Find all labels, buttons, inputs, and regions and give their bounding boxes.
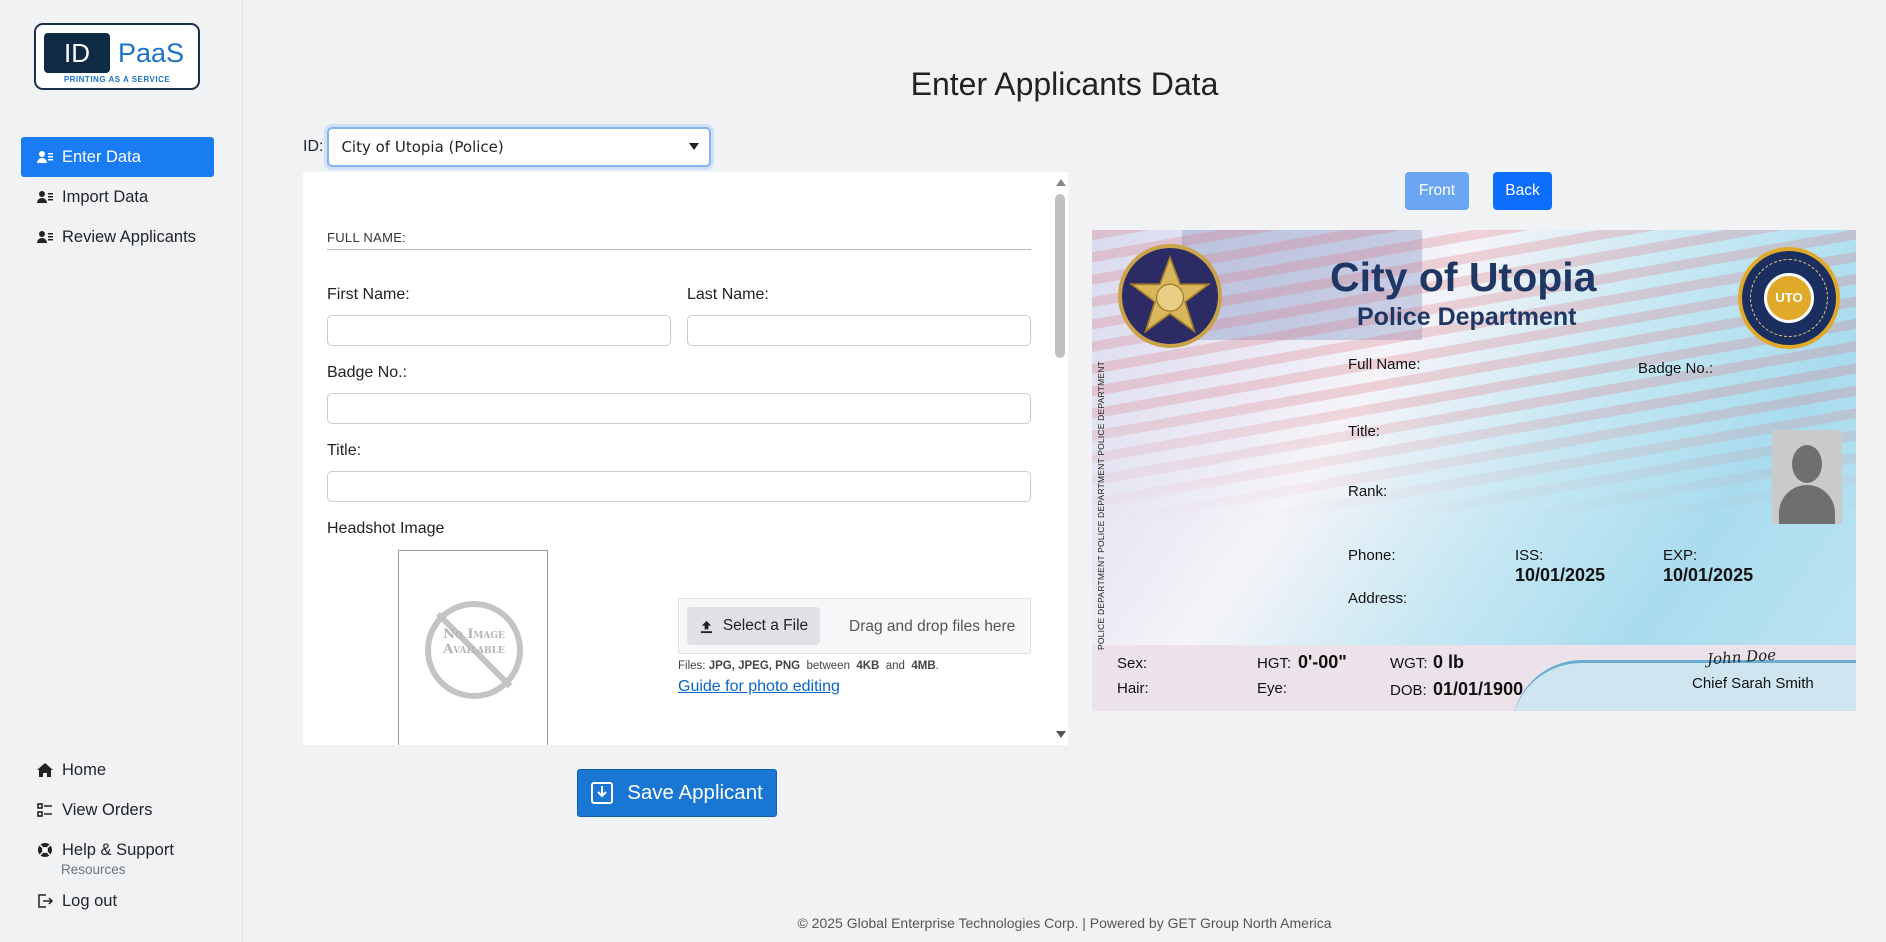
nav-view-orders[interactable]: View Orders (21, 790, 214, 830)
headshot-preview: No Image Available (398, 550, 548, 745)
nav-home[interactable]: Home (21, 750, 214, 790)
card-headshot-placeholder (1772, 430, 1842, 524)
scroll-up-icon[interactable] (1056, 179, 1066, 186)
id-type-select-value: City of Utopia (Police) (341, 138, 504, 156)
photo-guide-link[interactable]: Guide for photo editing (678, 678, 840, 696)
card-exp-value: 10/01/2025 (1663, 565, 1754, 585)
user-list-icon (37, 229, 53, 245)
first-name-input[interactable] (327, 315, 671, 346)
logo-id-text: ID (44, 33, 110, 73)
badge-no-label: Badge No.: (327, 364, 408, 381)
card-hgt-value: 0'-00" (1298, 652, 1347, 672)
back-button[interactable]: Back (1493, 172, 1552, 210)
caret-down-icon (689, 143, 700, 150)
seal-text: UTO (1764, 273, 1814, 323)
select-file-button[interactable]: Select a File (687, 607, 820, 645)
nav-logout-label: Log out (62, 891, 118, 910)
card-rank-label: Rank: (1348, 483, 1388, 500)
card-title-label: Title: (1348, 423, 1380, 440)
scroll-down-icon[interactable] (1056, 731, 1066, 738)
logo-tagline: PRINTING AS A SERVICE (63, 75, 171, 84)
state-seal: UTO (1738, 247, 1840, 349)
file-requirements: Files: JPG, JPEG, PNG between 4KB and 4M… (678, 660, 939, 672)
save-download-icon (591, 782, 614, 804)
nav-review-applicants[interactable]: Review Applicants (21, 217, 214, 257)
scroll-thumb[interactable] (1055, 194, 1065, 358)
home-icon (37, 762, 53, 778)
upload-icon (700, 620, 712, 633)
page-title: Enter Applicants Data (910, 66, 1219, 102)
nav-primary: Enter Data Import Data Review Applicants (21, 137, 214, 257)
idpaas-logo[interactable]: ID PaaS PRINTING AS A SERVICE (34, 23, 200, 90)
section-divider (327, 249, 1031, 250)
nav-enter-data-label: Enter Data (62, 147, 141, 166)
id-type-select[interactable]: City of Utopia (Police) (327, 127, 712, 167)
last-name-label: Last Name: (687, 286, 769, 303)
nav-help-resources[interactable]: Resources (21, 862, 214, 877)
card-phone-label: Phone: (1348, 547, 1396, 564)
first-name-label: First Name: (327, 286, 410, 303)
user-list-icon (37, 189, 53, 205)
police-star-badge (1118, 244, 1222, 348)
headshot-label: Headshot Image (327, 520, 445, 537)
nav-enter-data[interactable]: Enter Data (21, 137, 214, 177)
drag-drop-text: Drag and drop files here (849, 618, 1016, 635)
checklist-icon (37, 802, 53, 818)
logo-brand-text: PaaS (118, 38, 185, 68)
card-title: City of Utopia (1330, 254, 1597, 300)
user-list-icon (37, 149, 53, 165)
nav-review-applicants-label: Review Applicants (62, 227, 196, 246)
id-card-preview: UTO City of Utopia Police Department POL… (1092, 230, 1856, 711)
nav-help-support-label: Help & Support (62, 840, 174, 859)
card-hgt-label: HGT: (1257, 655, 1292, 672)
id-select-row: ID: City of Utopia (Police) (303, 127, 712, 167)
card-hair-label: Hair: (1117, 680, 1149, 697)
save-applicant-label: Save Applicant (627, 781, 763, 804)
no-image-text: No Image Available (443, 627, 505, 657)
card-exp-label: EXP: (1663, 547, 1698, 564)
full-name-section-label: FULL NAME: (327, 230, 407, 245)
card-wgt-label: WGT: (1390, 655, 1428, 672)
badge-no-input[interactable] (327, 393, 1031, 424)
nav-view-orders-label: View Orders (62, 800, 153, 819)
save-applicant-button[interactable]: Save Applicant (577, 769, 777, 817)
title-input[interactable] (327, 471, 1031, 502)
nav-secondary: Home View Orders Help & Support Resource… (21, 750, 214, 921)
star-icon (1128, 254, 1212, 334)
nav-import-data[interactable]: Import Data (21, 177, 214, 217)
front-button[interactable]: Front (1405, 172, 1469, 210)
nav-home-label: Home (62, 760, 107, 779)
nav-import-data-label: Import Data (62, 187, 149, 206)
nav-logout[interactable]: Log out (21, 881, 214, 921)
card-dob-value: 01/01/1900 (1433, 679, 1524, 699)
card-badge-label: Badge No.: (1638, 360, 1714, 377)
applicant-form-panel: FULL NAME: First Name: Last Name: Badge … (303, 172, 1068, 745)
card-iss-value: 10/01/2025 (1515, 565, 1606, 585)
card-wgt-value: 0 lb (1433, 652, 1465, 672)
no-image-icon: No Image Available (425, 601, 523, 699)
card-full-name-label: Full Name: (1348, 356, 1421, 373)
card-eye-label: Eye: (1257, 680, 1288, 697)
card-sex-label: Sex: (1117, 655, 1148, 672)
file-drop-zone[interactable]: Select a File Drag and drop files here (678, 598, 1031, 654)
id-select-label: ID: (303, 138, 324, 155)
card-chief-name: Chief Sarah Smith (1692, 675, 1814, 692)
card-address-label: Address: (1348, 590, 1408, 607)
card-iss-label: ISS: (1515, 547, 1544, 564)
card-dob-label: DOB: (1390, 682, 1427, 699)
card-subtitle: Police Department (1357, 303, 1577, 331)
select-file-label: Select a File (722, 617, 809, 634)
sidebar: ID PaaS PRINTING AS A SERVICE Enter Data… (0, 0, 243, 942)
life-ring-icon (37, 842, 53, 858)
title-label: Title: (327, 442, 362, 459)
last-name-input[interactable] (687, 315, 1031, 346)
card-vertical-text: POLICE DEPARTMENT POLICE DEPARTMENT POLI… (1096, 360, 1106, 650)
page-footer: © 2025 Global Enterprise Technologies Co… (797, 915, 1332, 931)
logout-icon (37, 893, 53, 909)
form-scrollbar[interactable] (1052, 172, 1068, 745)
